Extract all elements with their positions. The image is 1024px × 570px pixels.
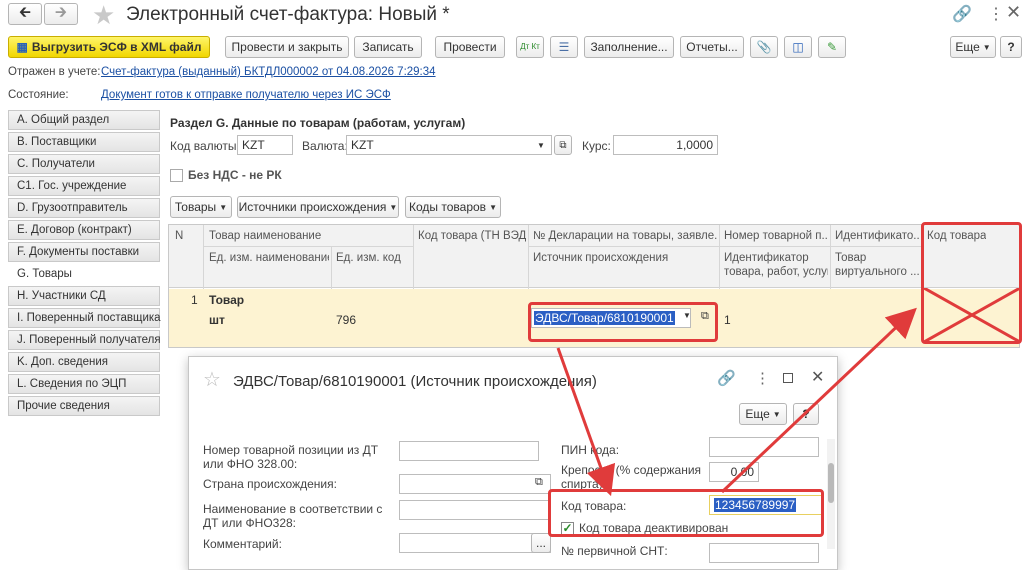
arrow-origin-to-code (556, 347, 616, 497)
arrow-code-to-column (720, 307, 917, 494)
annotation-arrows (556, 307, 917, 497)
